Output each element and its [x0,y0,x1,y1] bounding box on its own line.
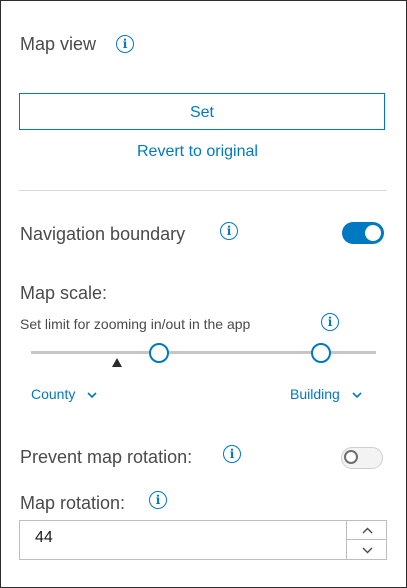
slider-max-thumb[interactable] [310,343,331,363]
min-scale-value: County [31,386,76,402]
map-scale-label: Map scale: [20,283,108,303]
prevent-map-rotation-toggle[interactable] [341,447,383,469]
decrement-button[interactable] [347,540,387,559]
map-rotation-stepper[interactable] [346,520,387,560]
chevron-down-icon [362,541,373,559]
toggle-knob [365,225,381,241]
map-view-label: Map view [20,34,97,54]
current-scale-marker-icon [112,358,123,367]
info-icon[interactable]: i [220,222,238,240]
chevron-up-icon [362,521,373,539]
prevent-map-rotation-label: Prevent map rotation: [20,447,193,467]
toggle-knob [344,450,358,464]
info-icon[interactable]: i [116,35,134,53]
revert-to-original-link[interactable]: Revert to original [137,143,258,161]
map-scale-description: Set limit for zooming in/out in the app [20,316,251,332]
chevron-down-icon [87,386,97,402]
min-scale-select[interactable]: County [31,386,97,402]
info-icon[interactable]: i [321,313,339,331]
map-rotation-value[interactable]: 44 [35,529,53,547]
slider-min-thumb[interactable] [148,343,169,363]
increment-button[interactable] [347,520,387,539]
navigation-boundary-label: Navigation boundary [20,224,186,244]
map-rotation-input[interactable] [19,520,387,560]
max-scale-value: Building [290,386,340,402]
navigation-boundary-toggle[interactable] [342,222,384,244]
max-scale-select[interactable]: Building [290,386,362,402]
section-divider [19,190,387,191]
info-icon[interactable]: i [149,491,167,509]
chevron-down-icon [352,386,362,402]
info-icon[interactable]: i [223,445,241,463]
set-button[interactable]: Set [19,93,385,130]
map-rotation-label: Map rotation: [20,493,126,513]
map-settings-panel: Map view i Set Revert to original Naviga… [0,0,407,588]
